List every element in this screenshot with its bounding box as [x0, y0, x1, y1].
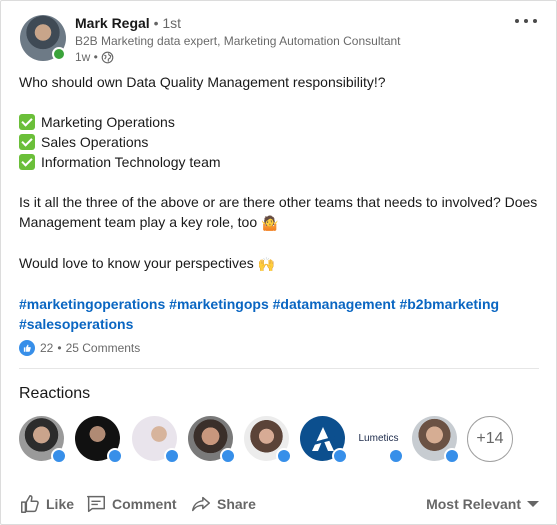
like-badge-icon	[332, 448, 348, 464]
connection-degree: • 1st	[153, 15, 182, 31]
sort-comments-dropdown[interactable]: Most Relevant	[426, 491, 539, 517]
like-badge-icon	[107, 448, 123, 464]
share-button[interactable]: Share	[190, 491, 256, 517]
like-badge-icon	[388, 448, 404, 464]
more-options-button[interactable]	[513, 11, 539, 31]
post-time: 1w •	[75, 50, 98, 64]
hashtag-link[interactable]: #salesoperations	[19, 316, 133, 332]
reactor-company-logo[interactable]: Lumetics	[356, 416, 404, 464]
more-icon	[515, 19, 519, 23]
option-item: Marketing Operations	[19, 112, 539, 132]
hashtag-link[interactable]: #marketingoperations	[19, 296, 165, 312]
comments-count-link[interactable]: 25 Comments	[66, 341, 141, 355]
raised-hands-emoji-icon: 🙌	[257, 256, 276, 272]
like-badge-icon	[276, 448, 292, 464]
reactor-avatar[interactable]	[132, 416, 180, 464]
author-name[interactable]: Mark Regal	[75, 15, 150, 31]
reactor-avatar[interactable]	[244, 416, 292, 464]
shrug-emoji-icon: 🤷	[261, 215, 279, 231]
comment-button[interactable]: Comment	[85, 491, 177, 517]
post-body: Who should own Data Quality Management r…	[19, 72, 539, 334]
reactor-avatar[interactable]	[412, 416, 460, 464]
like-badge-icon	[51, 448, 67, 464]
like-button[interactable]: Like	[19, 491, 74, 517]
hashtag-link[interactable]: #marketingops	[169, 296, 269, 312]
online-status-icon	[52, 47, 66, 61]
like-icon	[21, 495, 39, 513]
more-reactions-button[interactable]: +14	[467, 416, 513, 462]
company-a-logo-icon	[309, 426, 336, 451]
reactor-avatar[interactable]	[188, 416, 236, 464]
author-line: Mark Regal • 1st	[75, 15, 181, 31]
option-item: Information Technology team	[19, 152, 539, 172]
social-counts: 22 • 25 Comments	[19, 340, 140, 356]
globe-icon	[101, 51, 114, 63]
check-icon	[19, 114, 35, 130]
hashtags-line: #salesoperations	[19, 314, 539, 334]
hashtag-link[interactable]: #b2bmarketing	[399, 296, 499, 312]
like-badge-icon	[164, 448, 180, 464]
share-icon	[192, 496, 210, 512]
action-bar: Like Comment Share Most Relevant	[19, 491, 539, 517]
post-card: Mark Regal • 1st B2B Marketing data expe…	[0, 0, 557, 525]
hashtags-line: #marketingoperations #marketingops #data…	[19, 294, 539, 314]
post-question: Who should own Data Quality Management r…	[19, 74, 386, 90]
check-icon	[19, 134, 35, 150]
check-icon	[19, 154, 35, 170]
divider	[19, 368, 539, 369]
lumetics-logo: Lumetics	[358, 433, 399, 444]
reactions-heading: Reactions	[19, 385, 91, 402]
like-reaction-icon	[19, 340, 35, 356]
reactor-avatar[interactable]	[19, 416, 67, 464]
post-paragraph: Is it all the three of the above or are …	[19, 194, 538, 210]
reaction-count[interactable]: 22	[40, 341, 53, 355]
reactor-avatar[interactable]	[75, 416, 123, 464]
like-badge-icon	[444, 448, 460, 464]
option-item: Sales Operations	[19, 132, 539, 152]
author-headline: B2B Marketing data expert, Marketing Aut…	[75, 34, 401, 48]
hashtag-link[interactable]: #datamanagement	[273, 296, 396, 312]
caret-down-icon	[527, 501, 539, 507]
reactor-company-logo[interactable]	[300, 416, 348, 464]
post-meta: 1w •	[75, 50, 114, 64]
post-paragraph-cont: Management team play a key role, too 🤷	[19, 214, 279, 231]
like-badge-icon	[220, 448, 236, 464]
post-paragraph: Would love to know your perspectives 🙌	[19, 255, 276, 272]
comment-icon	[87, 495, 105, 513]
